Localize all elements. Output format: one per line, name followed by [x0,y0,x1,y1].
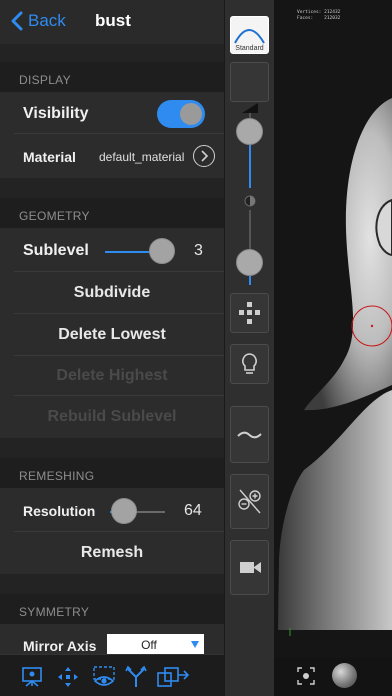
lightbulb-icon [242,353,257,374]
remeshing-header-label: REMESHING [19,469,95,483]
mesh-stats: Vertices: 212432 Faces: 212032 [297,10,340,22]
delete-highest-button[interactable]: Delete Highest [0,367,224,385]
brush-selector-button[interactable]: Standard [230,16,269,54]
vertices-label: Vertices: [297,10,322,15]
back-button[interactable]: Back [10,9,66,33]
radius-slider-fill [249,144,251,188]
alpha-selector-button[interactable] [230,62,269,102]
toggle-knob [180,103,202,125]
camera-tool-button[interactable] [230,540,269,595]
sub-add-icon [238,489,261,514]
focus-frame-icon[interactable] [297,667,315,685]
back-label: Back [28,11,66,30]
move-tool-button[interactable] [230,293,269,333]
viewport-bottom-bar [274,658,392,696]
remeshing-section-header: REMESHING [0,458,224,488]
display-section-header: DISPLAY [0,62,224,92]
sublevel-slider-thumb[interactable] [149,238,175,264]
intensity-icon [244,195,256,207]
brush-label: Standard [235,45,264,52]
symmetry-header-label: SYMMETRY [19,605,90,619]
matcap-sphere-button[interactable] [332,663,357,688]
3d-viewport[interactable]: Vertices: 212432 Faces: 212032 [274,0,392,696]
light-tool-button[interactable] [230,344,269,384]
material-label: Material [23,149,76,165]
subdivide-row: Subdivide [0,272,224,314]
visibility-label: Visibility [23,105,89,122]
visibility-toggle[interactable] [157,100,205,128]
delete-lowest-button[interactable]: Delete Lowest [0,326,224,344]
visibility-row: Visibility [0,92,224,134]
rebuild-sublevel-button[interactable]: Rebuild Sublevel [0,408,224,426]
resolution-slider-thumb[interactable] [110,498,137,524]
chevron-left-icon [11,11,23,31]
radius-slider-thumb[interactable] [236,118,263,146]
chevron-right-icon [201,150,209,162]
remesh-row: Remesh [0,532,224,574]
material-row[interactable]: Material default_material [0,134,224,178]
delete-highest-row: Delete Highest [0,356,224,396]
tool-strip: Standard [224,0,274,696]
resolution-value: 64 [184,502,202,519]
visibility-icon[interactable] [92,665,116,689]
page-title: bust [95,11,131,30]
faces-label: Faces: [297,16,314,21]
faces-stat: Faces: 212032 [297,16,340,22]
delete-lowest-row: Delete Lowest [0,314,224,356]
radius-icon [242,103,258,113]
intensity-slider-thumb[interactable] [236,249,263,276]
material-value: default_material [99,150,185,164]
scene-icon[interactable] [20,665,44,689]
sub-add-toggle-button[interactable] [230,474,269,529]
display-header-label: DISPLAY [19,73,71,87]
geometry-section-header: GEOMETRY [0,198,224,228]
move-icon [239,302,260,324]
subdivide-button[interactable]: Subdivide [0,284,224,302]
mirror-axis-row: Mirror Axis Off [0,624,224,655]
dropdown-arrow-icon [191,641,199,648]
resolution-row: Resolution 64 [0,488,224,532]
nav-bar: Back bust [0,0,224,44]
video-camera-icon [240,562,261,573]
faces-value: 212032 [324,16,341,21]
sublevel-label: Sublevel [23,242,89,259]
mirror-axis-select[interactable]: Off [107,634,204,655]
intensity-slider-fill [249,275,251,285]
sublevel-value: 3 [194,242,203,259]
symmetry-section-header: SYMMETRY [0,594,224,624]
rebuild-sublevel-row: Rebuild Sublevel [0,396,224,438]
mirror-axis-value: Off [141,638,157,652]
material-detail-button[interactable] [193,145,215,167]
mirror-axis-label: Mirror Axis [23,638,97,654]
topology-icon[interactable] [124,665,148,689]
standard-brush-icon [234,29,265,44]
stroke-curve-icon [237,431,262,439]
resolution-label: Resolution [23,503,96,519]
sublevel-row: Sublevel 3 [0,228,224,272]
vertices-value: 212432 [324,10,341,15]
export-icon[interactable] [156,665,190,689]
bottom-toolbar [0,654,224,696]
remesh-button[interactable]: Remesh [0,544,224,562]
bust-model [278,98,392,636]
transform-icon[interactable] [56,665,80,689]
geometry-header-label: GEOMETRY [19,209,90,223]
settings-panel: Back bust DISPLAY Visibility Material de… [0,0,224,696]
stroke-tool-button[interactable] [230,406,269,463]
